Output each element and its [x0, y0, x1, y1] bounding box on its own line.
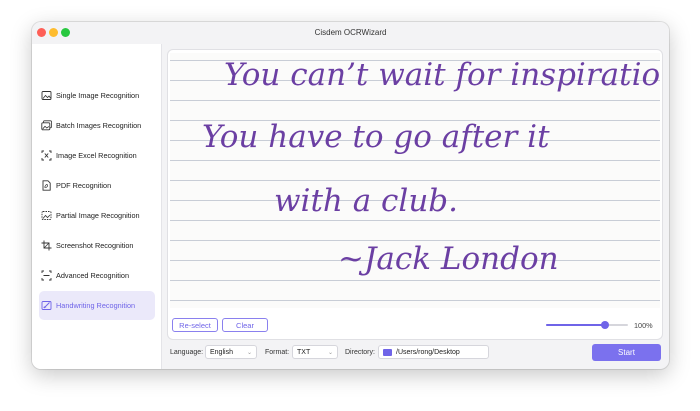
window-title: Cisdem OCRWizard — [314, 28, 387, 37]
handwritten-line-3: with a club. — [274, 183, 459, 219]
sidebar-item-single-image[interactable]: Single Image Recognition — [39, 81, 155, 110]
handwriting-image: You can’t wait for inspiration. You have… — [170, 53, 660, 308]
partial-image-icon — [41, 210, 52, 221]
sidebar-item-label: Screenshot Recognition — [56, 241, 134, 250]
handwriting-icon — [41, 300, 52, 311]
handwritten-line-2: You have to go after it — [202, 119, 550, 155]
sidebar-item-handwriting[interactable]: Handwriting Recognition — [39, 291, 155, 320]
directory-label: Directory: — [345, 349, 375, 356]
handwritten-line-4: ~Jack London — [338, 241, 559, 277]
zoom-slider-fill — [546, 324, 606, 326]
sidebar-item-label: Handwriting Recognition — [56, 301, 136, 310]
sidebar-item-screenshot[interactable]: Screenshot Recognition — [39, 231, 155, 260]
sidebar-item-pdf[interactable]: PDF Recognition — [39, 171, 155, 200]
directory-field[interactable]: /Users/rong/Desktop — [378, 345, 489, 359]
images-stack-icon — [41, 120, 52, 131]
start-button[interactable]: Start — [592, 344, 661, 361]
pdf-icon — [41, 180, 52, 191]
sidebar-item-label: Batch Images Recognition — [56, 121, 142, 130]
zoom-slider[interactable] — [546, 324, 628, 326]
sidebar-item-label: Single Image Recognition — [56, 91, 140, 100]
sidebar: Single Image Recognition Batch Images Re… — [32, 44, 162, 369]
sidebar-item-batch-images[interactable]: Batch Images Recognition — [39, 111, 155, 140]
sidebar-item-label: PDF Recognition — [56, 181, 112, 190]
directory-value: /Users/rong/Desktop — [396, 348, 460, 356]
handwritten-line-1: You can’t wait for inspiration. — [224, 57, 660, 93]
language-select-value: English — [210, 348, 233, 356]
folder-icon — [383, 348, 392, 356]
sidebar-item-label: Partial Image Recognition — [56, 211, 140, 220]
sidebar-item-partial-image[interactable]: Partial Image Recognition — [39, 201, 155, 230]
language-label: Language: — [170, 349, 204, 356]
screenshot-icon — [41, 240, 52, 251]
zoom-level-text: 100% — [634, 321, 653, 330]
chevron-down-icon: ⌄ — [246, 350, 252, 356]
sidebar-item-advanced[interactable]: Advanced Recognition — [39, 261, 155, 290]
zoom-slider-thumb[interactable] — [601, 321, 610, 329]
format-label: Format: — [265, 349, 290, 356]
preview-panel: You can’t wait for inspiration. You have… — [168, 50, 662, 339]
sidebar-item-image-excel[interactable]: Image Excel Recognition — [39, 141, 155, 170]
language-select[interactable]: English ⌄ — [205, 345, 257, 359]
format-select[interactable]: TXT ⌄ — [292, 345, 338, 359]
format-select-value: TXT — [297, 348, 311, 356]
sidebar-item-label: Image Excel Recognition — [56, 151, 137, 160]
clear-button[interactable]: Clear — [222, 318, 268, 332]
reselect-button[interactable]: Re-select — [172, 318, 218, 332]
advanced-scan-icon — [41, 270, 52, 281]
chevron-down-icon: ⌄ — [327, 350, 333, 356]
app-window: Cisdem OCRWizard Single Image Recognitio… — [32, 22, 669, 369]
sidebar-item-label: Advanced Recognition — [56, 271, 130, 280]
excel-scan-icon — [41, 150, 52, 161]
title-bar: Cisdem OCRWizard — [32, 22, 669, 44]
image-icon — [41, 90, 52, 101]
